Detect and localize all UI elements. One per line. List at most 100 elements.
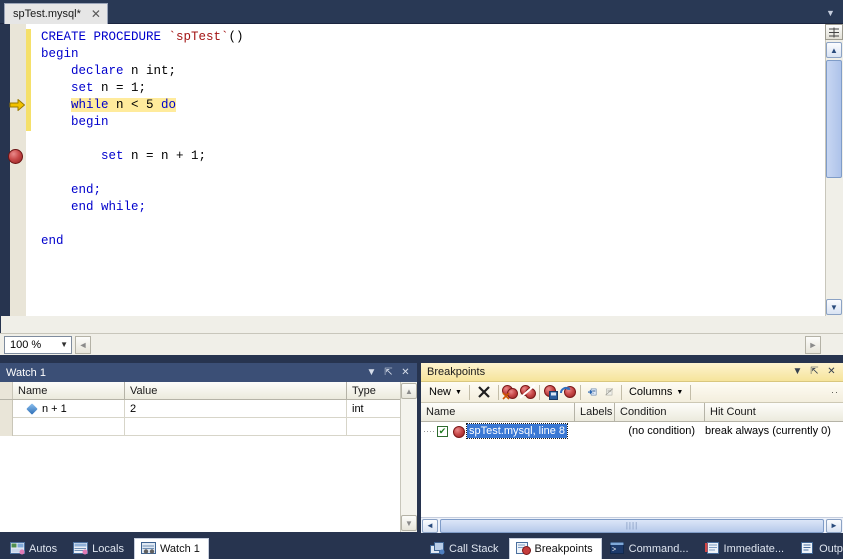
code-token: end — [71, 200, 102, 214]
code-token: n = 1; — [101, 81, 147, 95]
bottom-tab-call-stack[interactable]: Call Stack — [424, 539, 507, 559]
code-line[interactable]: set n = n + 1; — [32, 148, 815, 165]
breakpoints-horizontal-scrollbar[interactable]: ◄ |||| ► — [421, 517, 843, 533]
breakpoints-toolbar: New ▼ Columns ▼ ·· — [421, 382, 843, 403]
breakpoint-dot-icon[interactable] — [8, 149, 23, 164]
bottom-tab-immediate[interactable]: Immediate... — [699, 539, 793, 559]
editor-scroll-thumb[interactable] — [826, 60, 842, 178]
bottom-tool-window-bar: Autos Locals Watch 1 Call Stack Breakpoints… — [0, 533, 843, 559]
import-breakpoints-icon[interactable] — [559, 384, 577, 400]
watch-row-gutter — [0, 418, 13, 436]
chevron-left-icon[interactable]: ◄ — [422, 518, 438, 533]
bottom-tab-output[interactable]: Output — [794, 539, 843, 559]
code-line[interactable] — [32, 216, 815, 233]
code-line[interactable] — [32, 131, 815, 148]
tree-line: ···· — [423, 426, 435, 436]
close-icon[interactable]: ✕ — [90, 8, 102, 20]
bottom-tab-autos[interactable]: Autos — [4, 539, 65, 559]
scrollbar-corner — [825, 316, 843, 333]
pin-icon[interactable]: ⇱ — [807, 365, 822, 380]
code-line[interactable] — [32, 165, 815, 182]
bottom-tab-label: Call Stack — [449, 543, 499, 555]
delete-breakpoint-icon[interactable] — [473, 383, 495, 401]
code-editor[interactable]: CREATE PROCEDURE `spTest`() begin declare… — [0, 24, 843, 333]
chevron-up-icon[interactable]: ▲ — [401, 383, 417, 399]
chevron-down-icon[interactable]: ▼ — [364, 365, 379, 380]
bottom-tab-breakpoints[interactable]: Breakpoints — [508, 538, 602, 559]
chevron-down-icon[interactable]: ▼ — [824, 6, 837, 19]
goto-source-code-icon[interactable] — [584, 384, 601, 400]
close-icon[interactable]: ✕ — [398, 365, 413, 380]
watch-panel-titlebar: Watch 1 ▼ ⇱ ✕ — [0, 363, 417, 382]
watch-cell-value[interactable] — [125, 418, 347, 436]
bp-column-name[interactable]: Name — [421, 403, 575, 421]
bp-column-hitcount[interactable]: Hit Count — [705, 403, 843, 421]
call-stack-icon — [430, 542, 445, 556]
watch-row[interactable]: n + 1 2 int — [0, 400, 417, 418]
chevron-down-icon[interactable]: ▼ — [60, 340, 68, 349]
code-token: n = n + 1; — [131, 149, 207, 163]
chevron-left-icon[interactable]: ◄ — [75, 335, 91, 354]
watch-grid-header: Name Value Type — [0, 382, 417, 400]
breakpoint-condition[interactable]: (no condition) — [607, 425, 699, 437]
columns-button[interactable]: Columns ▼ — [625, 383, 687, 401]
code-line[interactable]: end; — [32, 182, 815, 199]
split-view-icon[interactable] — [825, 24, 843, 40]
new-breakpoint-button[interactable]: New ▼ — [425, 383, 466, 401]
disable-all-breakpoints-icon[interactable] — [519, 384, 536, 400]
code-text[interactable]: CREATE PROCEDURE `spTest`() begin declare… — [32, 24, 815, 333]
code-line[interactable]: end — [32, 233, 815, 250]
toolbar-overflow-icon[interactable]: ·· — [831, 387, 839, 397]
document-tab-sptest[interactable]: spTest.mysql* ✕ — [4, 3, 108, 24]
bottom-tabs-left: Autos Locals Watch 1 — [4, 533, 211, 559]
chevron-down-icon[interactable]: ▼ — [826, 299, 842, 315]
watch-cell-name[interactable] — [13, 418, 125, 436]
bottom-tab-locals[interactable]: Locals — [67, 539, 132, 559]
goto-disassembly-icon[interactable] — [601, 384, 618, 400]
chevron-down-icon[interactable]: ▼ — [676, 389, 683, 396]
chevron-right-icon[interactable]: ► — [826, 518, 842, 533]
breakpoints-icon — [515, 542, 531, 556]
delete-all-breakpoints-icon[interactable] — [501, 384, 519, 400]
chevron-down-icon[interactable]: ▼ — [401, 515, 417, 531]
code-line[interactable]: while n < 5 do — [32, 97, 815, 114]
watch-column-value[interactable]: Value — [125, 382, 347, 399]
code-line[interactable]: end while; — [32, 199, 815, 216]
breakpoint-row[interactable]: ···· ✔ spTest.mysql, line 8 (no condition) b… — [421, 422, 843, 440]
bp-column-condition[interactable]: Condition — [615, 403, 705, 421]
editor-gutter[interactable] — [1, 24, 26, 333]
editor-vertical-scrollbar[interactable]: ▲ ▼ — [825, 24, 843, 316]
scrollbar-grip-icon[interactable]: |||| — [440, 518, 824, 533]
checkbox-checked-icon[interactable]: ✔ — [437, 425, 448, 437]
code-line[interactable]: begin — [32, 114, 815, 131]
breakpoint-hit-count[interactable]: break always (currently 0) — [699, 425, 843, 437]
watch-vertical-scrollbar[interactable]: ▲ ▼ — [400, 382, 417, 532]
breakpoint-dot-icon[interactable] — [452, 425, 467, 438]
pin-icon[interactable]: ⇱ — [381, 365, 396, 380]
bottom-tab-command[interactable]: > Command... — [604, 539, 697, 559]
chevron-right-icon[interactable]: ► — [805, 335, 821, 354]
editor-horizontal-scrollbar[interactable] — [1, 316, 825, 333]
chevron-down-icon[interactable]: ▼ — [790, 365, 805, 380]
watch-row[interactable] — [0, 418, 417, 436]
chevron-up-icon[interactable]: ▲ — [826, 42, 842, 58]
chevron-down-icon[interactable]: ▼ — [455, 389, 462, 396]
close-icon[interactable]: ✕ — [824, 365, 839, 380]
watch-panel: Watch 1 ▼ ⇱ ✕ Name Value Type n + 1 2 int … — [0, 363, 418, 533]
zoom-level-value: 100 % — [10, 338, 42, 351]
code-token: while — [71, 98, 117, 112]
watch-cell-value[interactable]: 2 — [125, 400, 347, 418]
toolbar-separator — [538, 384, 540, 400]
code-line[interactable]: begin — [32, 46, 815, 63]
watch-column-name[interactable]: Name — [13, 382, 125, 399]
code-line[interactable]: set n = 1; — [32, 80, 815, 97]
bp-column-labels[interactable]: Labels — [575, 403, 615, 421]
breakpoint-name[interactable]: spTest.mysql, line 8 — [466, 423, 568, 439]
code-line[interactable]: CREATE PROCEDURE `spTest`() — [32, 29, 815, 46]
zoom-level-combobox[interactable]: 100 % ▼ — [4, 335, 72, 354]
export-breakpoints-icon[interactable] — [543, 384, 560, 400]
bottom-tab-label: Locals — [92, 543, 124, 555]
watch-cell-name[interactable]: n + 1 — [13, 400, 125, 418]
bottom-tab-watch-1[interactable]: Watch 1 — [133, 538, 209, 559]
code-line[interactable]: declare n int; — [32, 63, 815, 80]
